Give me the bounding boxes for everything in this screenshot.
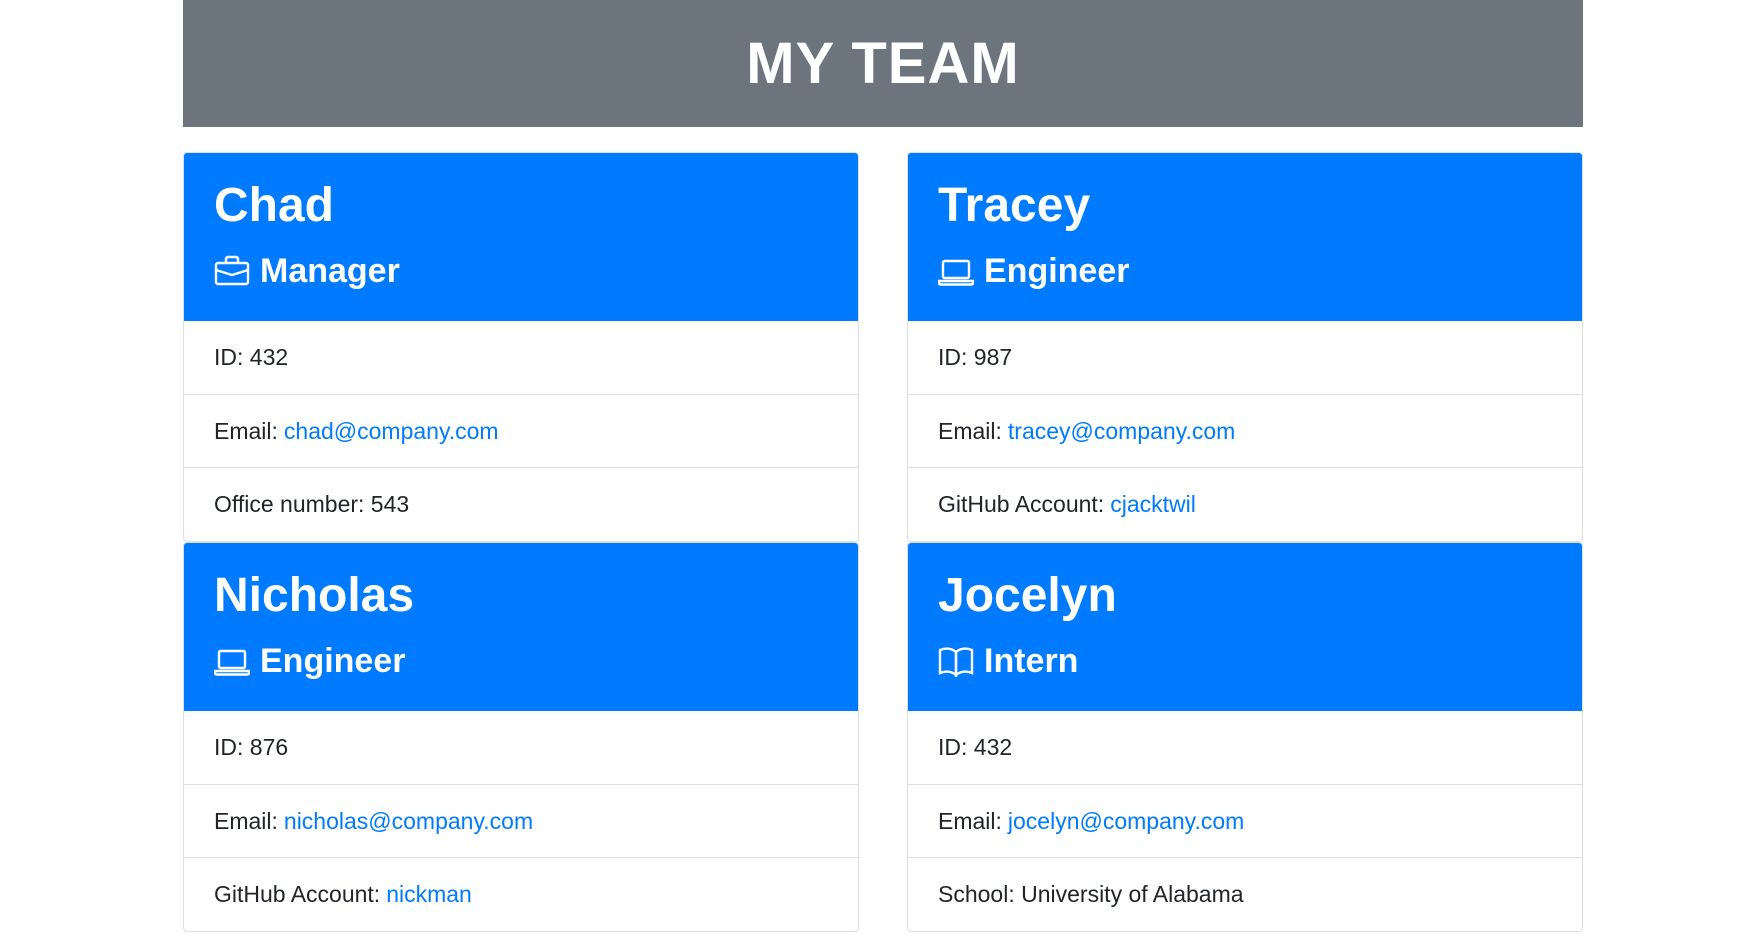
laptop-icon [214, 649, 250, 676]
email-row: Email: chad@company.com [184, 394, 858, 467]
card-header: Tracey Engineer [908, 153, 1582, 321]
github-link[interactable]: cjacktwil [1110, 491, 1196, 518]
id-text: ID: 432 [214, 344, 289, 370]
employee-role: Intern [938, 631, 1552, 691]
role-label: Intern [984, 642, 1079, 680]
page-container: MY TEAM Chad Manager ID: 432 Email: chad… [183, 0, 1583, 932]
page-header: MY TEAM [183, 0, 1583, 127]
employee-card-nicholas: Nicholas Engineer ID: 876 Email: nichola… [183, 542, 859, 932]
email-label: Email: [214, 417, 278, 444]
card-details: ID: 432 Email: chad@company.com Office n… [184, 321, 858, 540]
employee-role: Engineer [938, 241, 1552, 301]
page-title: MY TEAM [746, 31, 1020, 96]
id-row: ID: 876 [184, 711, 858, 784]
email-link[interactable]: nicholas@company.com [284, 808, 533, 835]
role-label: Manager [260, 252, 400, 290]
github-link[interactable]: nickman [386, 881, 472, 908]
card-header: Nicholas Engineer [184, 543, 858, 711]
id-row: ID: 432 [908, 711, 1582, 784]
email-row: Email: nicholas@company.com [184, 784, 858, 857]
book-icon [938, 647, 974, 677]
email-link[interactable]: chad@company.com [284, 418, 499, 445]
card-header: Chad Manager [184, 153, 858, 321]
employee-name: Nicholas [214, 569, 415, 622]
email-row: Email: jocelyn@company.com [908, 784, 1582, 857]
id-text: ID: 876 [214, 734, 289, 760]
card-details: ID: 876 Email: nicholas@company.com GitH… [184, 711, 858, 930]
id-row: ID: 987 [908, 321, 1582, 394]
employee-card-tracey: Tracey Engineer ID: 987 Email: tracey@co… [907, 152, 1583, 542]
briefcase-icon [214, 255, 250, 286]
github-row: GitHub Account: cjacktwil [908, 467, 1582, 540]
email-link[interactable]: jocelyn@company.com [1008, 808, 1244, 835]
employee-name: Chad [214, 179, 334, 232]
id-text: ID: 432 [938, 734, 1013, 760]
office-number-text: Office number: 543 [214, 490, 410, 517]
office-number-row: Office number: 543 [184, 467, 858, 540]
github-row: GitHub Account: nickman [184, 857, 858, 930]
id-text: ID: 987 [938, 344, 1013, 370]
school-text: School: University of Alabama [938, 880, 1244, 907]
email-row: Email: tracey@company.com [908, 394, 1582, 467]
employee-role: Manager [214, 241, 828, 301]
employee-card-jocelyn: Jocelyn Intern ID: 432 Email: jocelyn@co… [907, 542, 1583, 932]
employee-name: Tracey [938, 179, 1091, 232]
employee-name: Jocelyn [938, 569, 1117, 622]
employee-role: Engineer [214, 631, 828, 691]
email-link[interactable]: tracey@company.com [1008, 418, 1235, 445]
laptop-icon [938, 259, 974, 286]
github-label: GitHub Account: [938, 490, 1105, 517]
team-grid: Chad Manager ID: 432 Email: chad@company [183, 152, 1583, 932]
card-header: Jocelyn Intern [908, 543, 1582, 711]
role-label: Engineer [260, 642, 406, 680]
role-label: Engineer [984, 252, 1130, 290]
email-label: Email: [938, 807, 1002, 834]
email-label: Email: [938, 417, 1002, 444]
school-row: School: University of Alabama [908, 857, 1582, 930]
employee-card-chad: Chad Manager ID: 432 Email: chad@company [183, 152, 859, 542]
github-label: GitHub Account: [214, 880, 381, 907]
card-details: ID: 432 Email: jocelyn@company.com Schoo… [908, 711, 1582, 930]
email-label: Email: [214, 807, 278, 834]
id-row: ID: 432 [184, 321, 858, 394]
card-details: ID: 987 Email: tracey@company.com GitHub… [908, 321, 1582, 540]
